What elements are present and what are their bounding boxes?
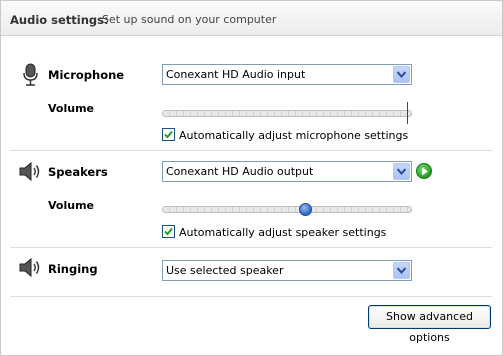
speakers-volume-label: Volume xyxy=(48,199,94,212)
play-icon[interactable] xyxy=(416,163,432,179)
header-title: Audio settings: xyxy=(10,13,109,27)
header-bar: Audio settings: Set up sound on your com… xyxy=(1,1,502,36)
ringing-device-select[interactable]: Use selected speaker xyxy=(162,260,412,281)
speakers-auto-adjust-label[interactable]: Automatically adjust speaker settings xyxy=(179,226,386,239)
microphone-volume-thumb[interactable] xyxy=(407,102,408,124)
microphone-volume-label: Volume xyxy=(48,102,94,115)
chevron-down-icon[interactable] xyxy=(393,66,410,83)
microphone-label: Microphone xyxy=(48,68,125,82)
audio-settings-panel: Audio settings: Set up sound on your com… xyxy=(0,0,503,356)
divider xyxy=(10,150,492,151)
chevron-down-icon[interactable] xyxy=(393,163,410,180)
speakers-auto-adjust-checkbox[interactable] xyxy=(162,225,175,238)
divider xyxy=(10,296,492,297)
speakers-volume-knob[interactable] xyxy=(299,203,312,216)
microphone-icon xyxy=(18,62,44,88)
chevron-down-icon[interactable] xyxy=(393,262,410,279)
show-advanced-options-button[interactable]: Show advanced options xyxy=(368,305,491,344)
speaker-icon xyxy=(17,255,43,281)
ringing-label: Ringing xyxy=(48,262,98,276)
microphone-volume-slider[interactable] xyxy=(162,110,412,117)
speakers-volume-slider[interactable] xyxy=(162,206,412,213)
microphone-device-value: Conexant HD Audio input xyxy=(166,68,306,81)
ringing-device-value: Use selected speaker xyxy=(166,264,284,277)
microphone-auto-adjust-label[interactable]: Automatically adjust microphone settings xyxy=(179,129,408,142)
microphone-auto-adjust-checkbox[interactable] xyxy=(162,128,175,141)
speakers-device-select[interactable]: Conexant HD Audio output xyxy=(162,161,412,182)
header-subtitle: Set up sound on your computer xyxy=(102,13,277,26)
divider xyxy=(10,247,492,248)
microphone-device-select[interactable]: Conexant HD Audio input xyxy=(162,64,412,85)
speakers-label: Speakers xyxy=(48,165,108,179)
speakers-device-value: Conexant HD Audio output xyxy=(166,165,314,178)
speaker-icon xyxy=(17,159,43,185)
